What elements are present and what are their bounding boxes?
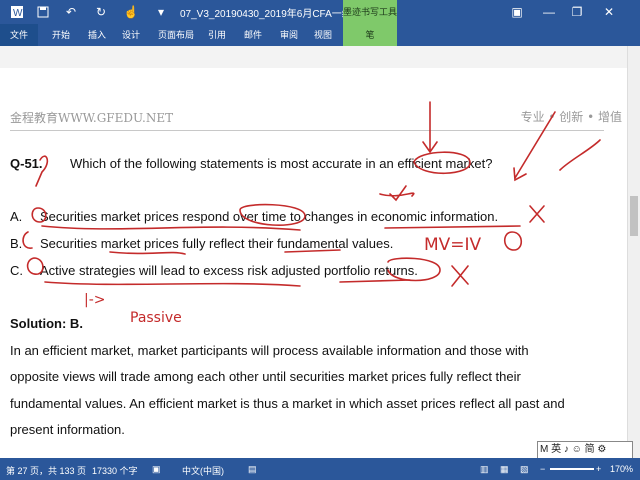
minimize-icon[interactable]: —	[540, 3, 558, 21]
touch-mode-icon[interactable]: ☝	[122, 3, 140, 21]
tab-review[interactable]: 审阅	[280, 27, 298, 43]
proofing-icon[interactable]: ▣	[152, 464, 161, 475]
tab-pen[interactable]: 笔	[343, 24, 397, 46]
status-page[interactable]: 第 27 页，共 133 页	[6, 464, 86, 477]
close-icon[interactable]: ✕	[600, 3, 618, 21]
zoom-slider[interactable]	[550, 468, 594, 470]
header-divider	[10, 130, 604, 131]
page-header-right: 专业 • 创新 • 增值	[520, 110, 622, 124]
print-layout-icon[interactable]: ▦	[500, 464, 509, 475]
question-number: Q-51.	[10, 156, 43, 171]
ime-toolbar[interactable]: M 英 ♪ ☺ 简 ⚙	[537, 441, 633, 459]
tab-references[interactable]: 引用	[208, 27, 226, 43]
paragraph-line: present information.	[10, 422, 125, 437]
tab-view[interactable]: 视图	[314, 27, 332, 43]
read-mode-icon[interactable]: ▥	[480, 464, 489, 475]
web-layout-icon[interactable]: ▧	[520, 464, 529, 475]
title-bar: W ↶ ↻ ☝ ▾ 07_V3_20190430_2019年6月CFA一级百题预…	[0, 0, 640, 24]
svg-text:W: W	[13, 8, 23, 19]
ribbon-options-icon[interactable]: ▣	[508, 3, 526, 21]
paragraph-line: In an efficient market, market participa…	[10, 343, 529, 358]
ink-tools-context-title: 墨迹书写工具	[343, 0, 397, 24]
redo-icon[interactable]: ↻	[92, 3, 110, 21]
option-b-text: Securities market prices fully reflect t…	[40, 236, 394, 251]
status-language[interactable]: 中文(中国)	[182, 464, 224, 477]
save-icon[interactable]	[34, 3, 52, 21]
tab-file[interactable]: 文件	[0, 24, 38, 46]
tab-mailings[interactable]: 邮件	[244, 27, 262, 43]
vertical-scrollbar[interactable]	[627, 46, 640, 458]
undo-icon[interactable]: ↶	[62, 3, 80, 21]
solution-label: Solution: B.	[10, 316, 83, 331]
ribbon-tabs: 文件 开始 插入 设计 页面布局 引用 邮件 审阅 视图 笔 登录	[0, 24, 640, 63]
option-c-letter: C.	[10, 263, 23, 278]
option-a-letter: A.	[10, 209, 23, 224]
paragraph-line: fundamental values. An efficient market …	[10, 396, 565, 411]
status-words[interactable]: 17330 个字	[92, 464, 138, 477]
option-a-text: Securities market prices respond over ti…	[40, 209, 499, 224]
tab-home[interactable]: 开始	[52, 27, 70, 43]
macro-icon[interactable]: ▤	[248, 464, 257, 475]
word-icon[interactable]: W	[8, 3, 26, 21]
question-text: Which of the following statements is mos…	[70, 156, 493, 171]
scrollbar-thumb[interactable]	[630, 196, 638, 236]
option-b-letter: B.	[10, 236, 23, 251]
zoom-in-icon[interactable]: +	[596, 464, 601, 474]
tab-design[interactable]: 设计	[122, 27, 140, 43]
zoom-out-icon[interactable]: −	[540, 464, 545, 474]
status-bar: 第 27 页，共 133 页 17330 个字 ▣ 中文(中国) ▤ ▥ ▦ ▧…	[0, 458, 640, 480]
tab-layout[interactable]: 页面布局	[158, 27, 194, 43]
ruler-area	[0, 46, 640, 69]
paragraph-line: opposite views will trade among each oth…	[10, 369, 521, 384]
customize-icon[interactable]: ▾	[152, 3, 170, 21]
tab-insert[interactable]: 插入	[88, 27, 106, 43]
option-c-text: Active strategies will lead to excess ri…	[40, 263, 418, 278]
page-header-left: 金程教育WWW.GFEDU.NET	[10, 111, 174, 125]
zoom-level[interactable]: 170%	[610, 464, 633, 474]
restore-icon[interactable]: ❐	[568, 3, 586, 21]
